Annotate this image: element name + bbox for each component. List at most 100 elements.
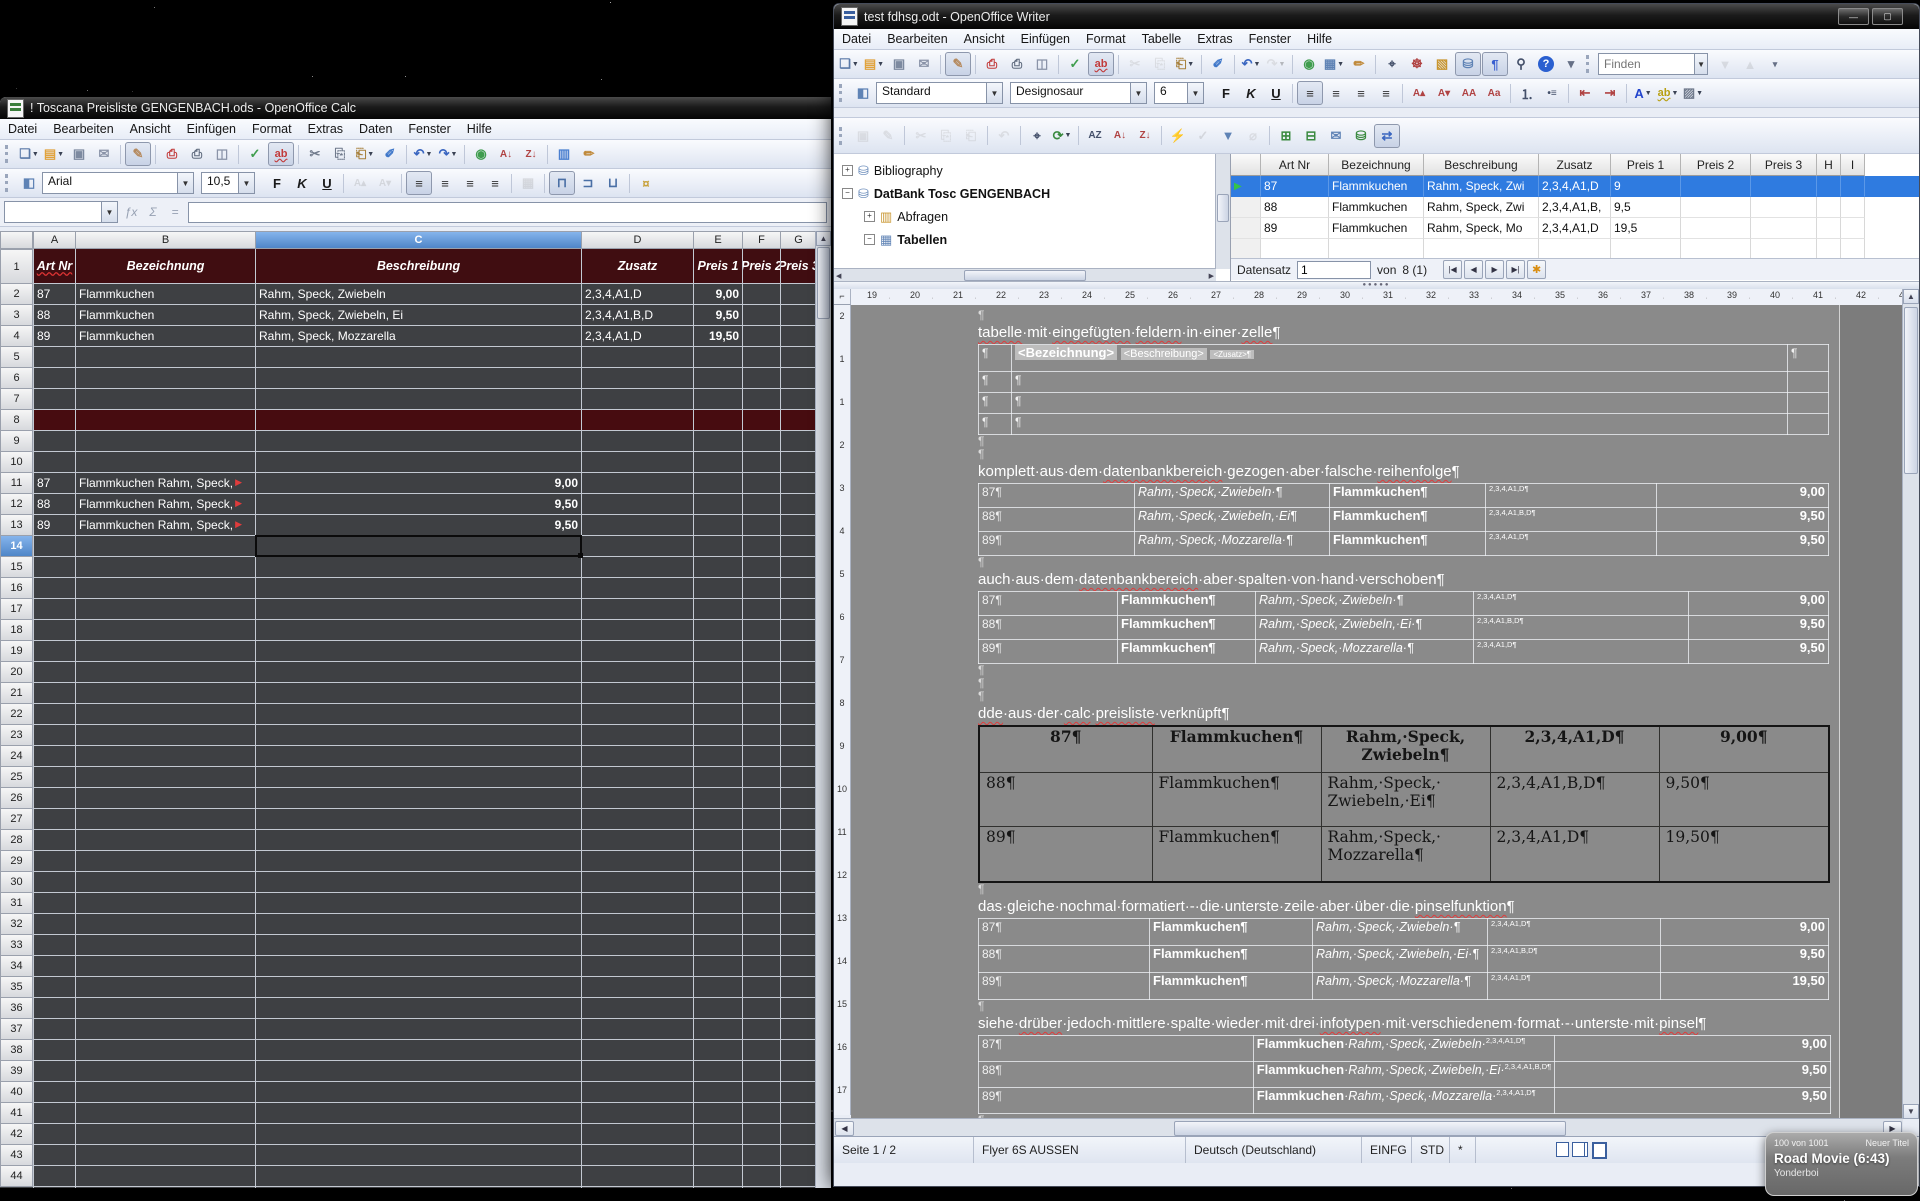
- nonprinting-characters-icon[interactable]: ¶: [1482, 52, 1508, 76]
- grid-cell[interactable]: 2,3,4,A1,B,D: [582, 304, 693, 325]
- toolbar-grip[interactable]: [1586, 55, 1592, 73]
- new-document-dropdown-arrow[interactable]: ▼: [32, 151, 39, 158]
- find-down-icon[interactable]: ▼: [1713, 53, 1737, 75]
- row-header-9[interactable]: 9: [0, 430, 33, 452]
- grid-cell[interactable]: 2,3,4,A1,D: [582, 283, 693, 304]
- row-header-21[interactable]: 21: [0, 682, 33, 704]
- numbered-list-icon[interactable]: ⒈: [1515, 82, 1539, 104]
- row-header-1[interactable]: 1: [0, 249, 33, 284]
- align-top-icon[interactable]: ⊓: [549, 171, 575, 195]
- styles-icon[interactable]: ◧: [851, 82, 875, 104]
- copy-icon[interactable]: ⎘: [328, 143, 352, 165]
- lowercase-icon[interactable]: Aa: [1482, 82, 1506, 104]
- column-header-g[interactable]: G: [780, 231, 817, 249]
- data-sources-icon[interactable]: ⛁: [1455, 52, 1481, 76]
- table-cell[interactable]: 9,00: [1689, 592, 1829, 616]
- record-cell[interactable]: Flammkuchen: [1329, 218, 1424, 239]
- table-cell[interactable]: 2,3,4,A1,D¶: [1490, 726, 1659, 772]
- decrease-indent-icon[interactable]: ⇤: [1573, 82, 1597, 104]
- table-cell[interactable]: 9,00: [1657, 484, 1829, 508]
- record-cell[interactable]: [1424, 239, 1539, 260]
- record-cell[interactable]: 88: [1261, 197, 1329, 218]
- page-style[interactable]: Flyer 6S AUSSEN: [974, 1137, 1186, 1163]
- table-cell[interactable]: 9,50: [1657, 532, 1829, 556]
- record-cell[interactable]: [1611, 239, 1681, 260]
- row-header-38[interactable]: 38: [0, 1039, 33, 1061]
- tree-item-abfragen[interactable]: +▥Abfragen: [834, 205, 1230, 228]
- page-indicator[interactable]: Seite 1 / 2: [834, 1137, 974, 1163]
- table-cell[interactable]: 9,50: [1689, 616, 1829, 640]
- sort-ascending-icon[interactable]: A↓: [1108, 125, 1132, 147]
- spreadsheet-grid[interactable]: ABCDEFG123456789101112131415161718192021…: [0, 231, 831, 1188]
- table-icon[interactable]: ▦▼: [1322, 53, 1346, 75]
- table-cell[interactable]: 88¶: [979, 508, 1135, 532]
- export-pdf-icon[interactable]: ⎙: [980, 53, 1004, 75]
- draw-functions-icon[interactable]: ✏: [577, 143, 601, 165]
- font-color-icon[interactable]: A▼: [1631, 82, 1655, 104]
- redo-icon[interactable]: ↷▼: [1264, 53, 1288, 75]
- hyperlink-icon[interactable]: ◉: [469, 143, 493, 165]
- name-box[interactable]: ▼: [4, 201, 118, 223]
- menu-item-daten[interactable]: Daten: [351, 119, 400, 139]
- record-cell[interactable]: 19,5: [1611, 218, 1681, 239]
- highlighting-dropdown-arrow[interactable]: ▼: [1671, 90, 1678, 97]
- record-cell[interactable]: [1841, 176, 1865, 197]
- table-cell[interactable]: 2,3,4,A1,D¶: [1490, 826, 1659, 882]
- table-cell[interactable]: 87¶: [979, 919, 1150, 946]
- expander-icon[interactable]: +: [864, 211, 875, 222]
- navigator-icon[interactable]: ☸: [1405, 53, 1429, 75]
- book-view-icon[interactable]: [1592, 1142, 1607, 1159]
- record-cell[interactable]: [1751, 176, 1817, 197]
- row-header-2[interactable]: 2: [0, 283, 33, 305]
- row-header-34[interactable]: 34: [0, 955, 33, 977]
- reduce-font-icon[interactable]: A▾: [1432, 82, 1456, 104]
- find-up-icon[interactable]: ▲: [1738, 53, 1762, 75]
- grid-cell[interactable]: 19,50: [694, 325, 742, 346]
- tab-type-selector[interactable]: ⌐: [834, 289, 851, 305]
- row-header-26[interactable]: 26: [0, 787, 33, 809]
- expander-icon[interactable]: −: [842, 188, 853, 199]
- table-cell[interactable]: 89¶: [979, 532, 1135, 556]
- scroll-up-icon[interactable]: ▲: [1903, 289, 1919, 304]
- record-cell[interactable]: [1681, 197, 1751, 218]
- record-cell[interactable]: [1817, 197, 1841, 218]
- column-header-bezeichnung[interactable]: Bezeichnung: [1329, 154, 1424, 176]
- row-header-32[interactable]: 32: [0, 913, 33, 935]
- new-document-icon[interactable]: ❏▼: [837, 53, 861, 75]
- table-cell[interactable]: 9,50: [1661, 946, 1829, 973]
- grid-cell[interactable]: Rahm, Speck, Mozzarella: [256, 325, 581, 346]
- sum-icon[interactable]: Σ: [144, 205, 162, 219]
- row-header-27[interactable]: 27: [0, 808, 33, 830]
- uppercase-icon[interactable]: AA: [1457, 82, 1481, 104]
- undo-icon[interactable]: ↶▼: [411, 143, 435, 165]
- row-header-11[interactable]: 11: [0, 472, 33, 494]
- tree-item-tabellen[interactable]: −▦Tabellen: [834, 228, 1230, 251]
- font-color-dropdown-arrow[interactable]: ▼: [1645, 90, 1652, 97]
- table-cell[interactable]: 9,00¶: [1659, 726, 1829, 772]
- table-cell[interactable]: Rahm,·Speck,·Zwiebeln,·Ei·¶: [1313, 946, 1488, 973]
- record-cell[interactable]: [1817, 239, 1841, 260]
- row-header-16[interactable]: 16: [0, 577, 33, 599]
- row-header-15[interactable]: 15: [0, 556, 33, 578]
- row-header-29[interactable]: 29: [0, 850, 33, 872]
- table-cell[interactable]: Rahm,·Speck,·Zwiebeln·¶: [1313, 919, 1488, 946]
- table-cell[interactable]: [1788, 393, 1829, 414]
- row-header-8[interactable]: 8: [0, 409, 33, 431]
- save-icon[interactable]: ▣: [887, 53, 911, 75]
- chevron-down-icon[interactable]: ▼: [177, 173, 193, 193]
- format-paintbrush-icon[interactable]: ✐: [378, 143, 402, 165]
- table-cell[interactable]: Rahm,·Speck,·Mozzarella·¶: [1135, 532, 1330, 556]
- menu-item-einfgen[interactable]: Einfügen: [179, 119, 244, 139]
- table-cell[interactable]: Rahm,·Speck,·Mozzarella·¶: [1313, 973, 1488, 1000]
- grid-corner[interactable]: [0, 231, 33, 249]
- cut-icon[interactable]: ✂: [1123, 53, 1147, 75]
- find-replace-icon[interactable]: ⌖: [1380, 53, 1404, 75]
- table-cell[interactable]: ¶: [979, 345, 1012, 372]
- align-center-icon[interactable]: ≡: [433, 172, 457, 194]
- row-header-7[interactable]: 7: [0, 388, 33, 410]
- grid-cell[interactable]: 88: [34, 493, 75, 514]
- next-record-icon[interactable]: ▶: [1485, 260, 1504, 279]
- menu-item-datei[interactable]: Datei: [834, 29, 879, 49]
- calc-vertical-scrollbar[interactable]: ▲: [815, 231, 831, 1188]
- toolbar-grip[interactable]: [839, 84, 845, 102]
